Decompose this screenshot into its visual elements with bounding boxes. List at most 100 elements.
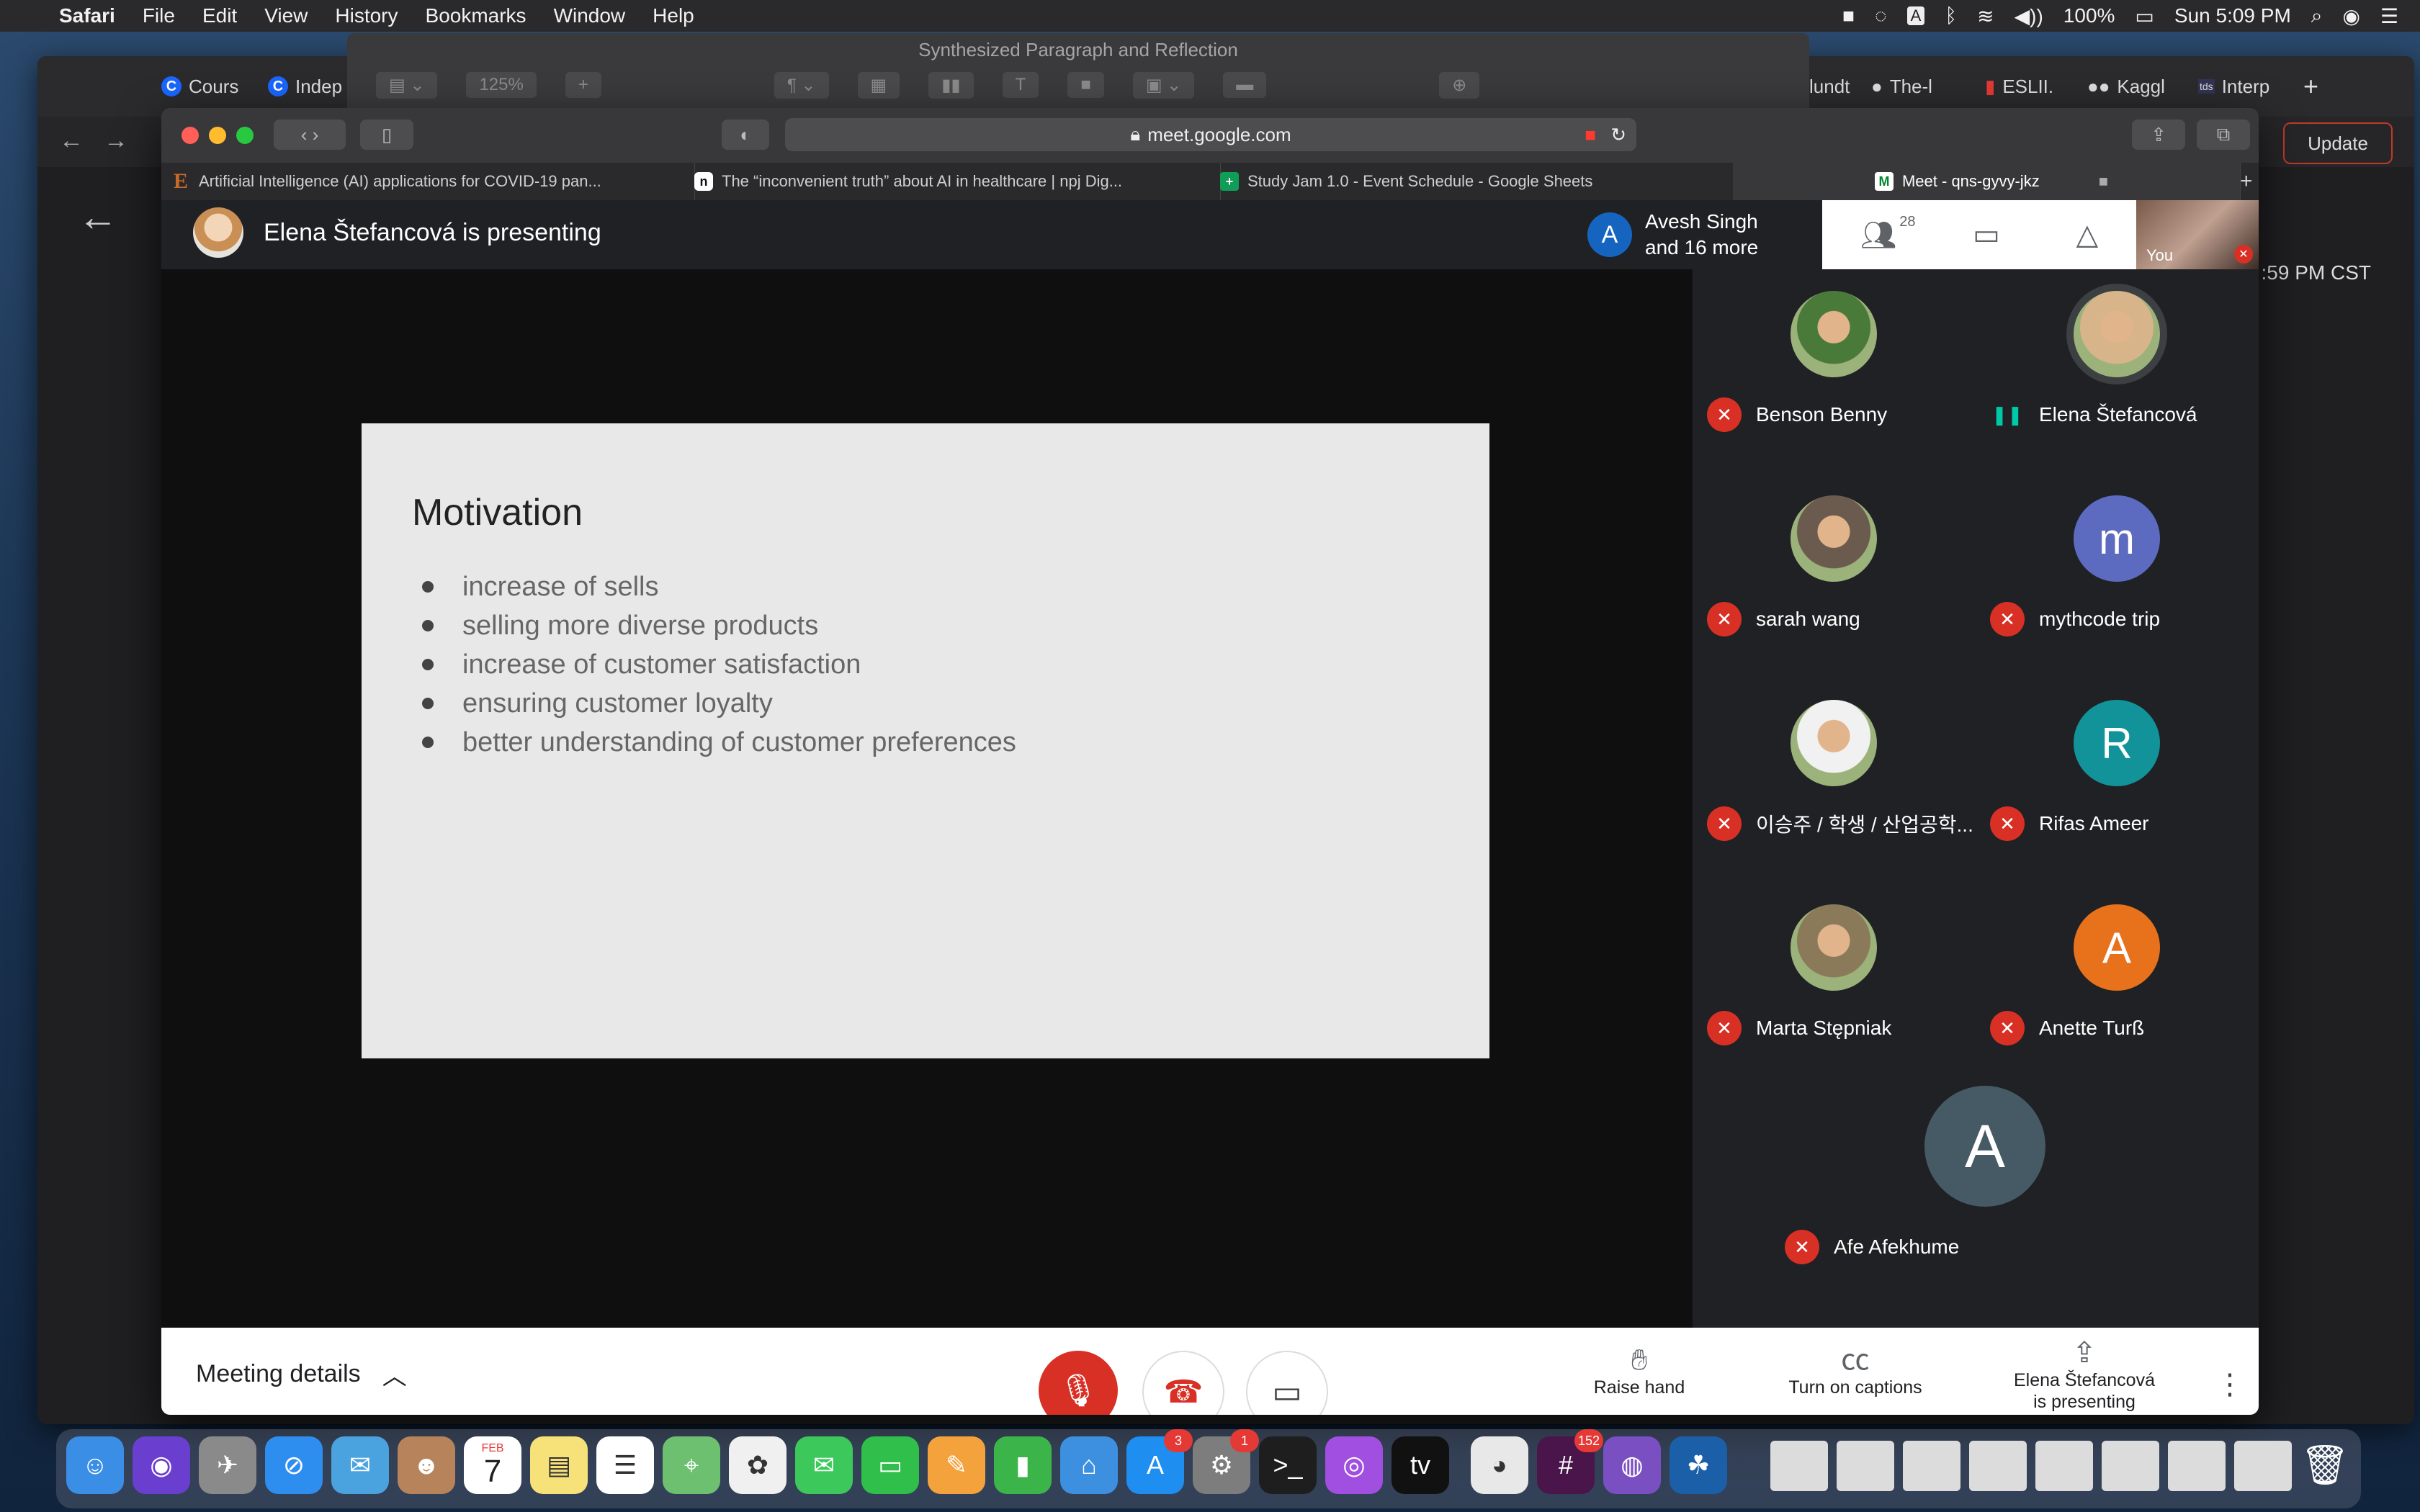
minimize-window-icon[interactable] (209, 127, 226, 144)
pages-icon[interactable]: ✎ (928, 1436, 985, 1494)
presenting-button[interactable]: ⇪ Elena Štefancová is presenting (1976, 1338, 2192, 1413)
facetime-icon[interactable]: ▭ (861, 1436, 919, 1494)
calendar-icon[interactable]: FEB 7 (464, 1436, 521, 1494)
zoom-window-icon[interactable] (236, 127, 254, 144)
participant-tile[interactable]: R ✕ Rifas Ameer (1976, 678, 2259, 883)
spotlight-search-icon[interactable]: ⌕ (2311, 4, 2323, 28)
text-icon[interactable]: T (1002, 72, 1039, 98)
add-page-button[interactable]: + (565, 72, 601, 98)
bg-back-icon[interactable]: ← (78, 193, 118, 240)
minimized-window-thumbnail[interactable] (1903, 1441, 1960, 1491)
notes-icon[interactable]: ▤ (530, 1436, 588, 1494)
reminders-icon[interactable]: ☰ (596, 1436, 654, 1494)
privacy-shield-icon[interactable]: ◐ (722, 120, 769, 150)
camera-toggle-button[interactable]: ▭ (1246, 1351, 1328, 1415)
share-icon[interactable]: ⇪ (2132, 120, 2185, 150)
media-icon[interactable]: ▣ ⌄ (1132, 71, 1195, 99)
shape-icon[interactable]: ■ (1067, 72, 1104, 98)
github-desktop-icon[interactable]: ◍ (1603, 1436, 1661, 1494)
terminal-icon[interactable]: >_ (1259, 1436, 1317, 1494)
input-source-icon[interactable]: A (1906, 6, 1925, 25)
participant-tile[interactable]: A ✕ Anette Turß (1976, 883, 2259, 1087)
tab-ai-covid[interactable]: E Artificial Intelligence (AI) applicati… (161, 163, 695, 200)
menu-app-name[interactable]: Safari (59, 4, 115, 27)
paragraph-icon[interactable]: ¶ ⌄ (774, 71, 829, 99)
meeting-details-button[interactable]: Meeting details ︿ (196, 1356, 407, 1392)
bg-tab-eslii[interactable]: ▮ ESLII. (1985, 72, 2053, 101)
kindle-icon[interactable]: ☘ (1670, 1436, 1727, 1494)
menu-help[interactable]: Help (653, 4, 694, 27)
participant-tile[interactable]: ✕ Marta Stępniak (1693, 883, 1976, 1087)
add-tab-button[interactable]: + (2230, 163, 2259, 200)
minimized-window-thumbnail[interactable] (2035, 1441, 2093, 1491)
minimized-window-thumbnail[interactable] (1969, 1441, 2027, 1491)
menu-edit[interactable]: Edit (202, 4, 237, 27)
tab-npj[interactable]: n The “inconvenient truth” about AI in h… (684, 163, 1221, 200)
mail-icon[interactable]: ✉ (331, 1436, 389, 1494)
participants-summary[interactable]: A Avesh Singh and 16 more (1574, 200, 1822, 269)
podcasts-icon[interactable]: ◎ (1325, 1436, 1383, 1494)
contacts-icon[interactable]: ☻ (398, 1436, 455, 1494)
bluetooth-icon[interactable]: ᛒ (1945, 4, 1957, 27)
participant-tile[interactable]: ❚❚ Elena Štefancová (1976, 269, 2259, 474)
participant-tile[interactable]: ✕ 이승주 / 학생 / 산업공학... (1693, 678, 1976, 883)
new-tab-button[interactable]: + (2303, 71, 2318, 101)
maps-icon[interactable]: ⌖ (663, 1436, 720, 1494)
notification-center-icon[interactable]: ☰ (2380, 4, 2398, 28)
tab-google-sheets[interactable]: + Study Jam 1.0 - Event Schedule - Googl… (1210, 163, 1744, 200)
tab-meet[interactable]: M Meet - qns-gyvy-jkz ■ (1733, 163, 2241, 200)
participant-tile[interactable]: ✕ Benson Benny (1693, 269, 1976, 474)
menu-window[interactable]: Window (554, 4, 626, 27)
participant-tile[interactable]: A ✕ Afe Afekhume (1775, 1079, 2178, 1284)
minimized-window-thumbnail[interactable] (1837, 1441, 1894, 1491)
menubar-clock[interactable]: Sun 5:09 PM (2174, 4, 2291, 27)
collaborate-icon[interactable]: ⊕ (1439, 71, 1480, 99)
menu-view[interactable]: View (264, 4, 308, 27)
menu-history[interactable]: History (335, 4, 398, 27)
minimized-window-thumbnail[interactable] (1770, 1441, 1828, 1491)
chat-icon[interactable]: ▭ (1973, 218, 2000, 251)
participant-tile[interactable]: m ✕ mythcode trip (1976, 474, 2259, 678)
self-view-tile[interactable]: You ✕ (2136, 200, 2259, 269)
recording-camera-icon[interactable]: ■ (1585, 124, 1596, 146)
keynote-icon[interactable]: ⌂ (1060, 1436, 1118, 1494)
view-button[interactable]: ▤ ⌄ (376, 71, 438, 99)
apple-tv-icon[interactable]: tv (1392, 1436, 1449, 1494)
finder-icon[interactable]: ☺ (66, 1436, 124, 1494)
raise-hand-button[interactable]: ✋︎ Raise hand (1567, 1346, 1711, 1398)
reload-icon[interactable]: ↻ (1610, 124, 1626, 146)
siri-icon[interactable]: ◉ (2342, 4, 2360, 28)
captions-button[interactable]: ㏄ Turn on captions (1754, 1346, 1956, 1398)
launchpad-icon[interactable]: ✈ (199, 1436, 256, 1494)
loading-icon[interactable]: ◌ (1875, 4, 1887, 27)
activities-icon[interactable]: △ (2076, 218, 2098, 251)
numbers-icon[interactable]: ▮ (994, 1436, 1052, 1494)
camera-icon[interactable]: ■ (1842, 4, 1855, 27)
bg-tab-courses[interactable]: C Cours (161, 72, 238, 101)
back-forward-buttons[interactable]: ‹ › (274, 120, 346, 150)
system-preferences-icon[interactable]: ⚙ 1 (1193, 1429, 1259, 1494)
bg-tab-indep[interactable]: C Indep (268, 72, 342, 101)
trash-icon[interactable]: 🗑︎ (2296, 1436, 2354, 1494)
update-button[interactable]: Update (2283, 122, 2393, 164)
app-store-icon[interactable]: A3 (1126, 1429, 1193, 1494)
bg-tab-interp[interactable]: tds Interp (2198, 72, 2269, 101)
menu-file[interactable]: File (143, 4, 175, 27)
photos-icon[interactable]: ✿ (729, 1436, 786, 1494)
bg-tab-lundt[interactable]: lundt (1809, 72, 1850, 101)
chart-icon[interactable]: ▮▮ (928, 71, 974, 99)
comment-icon[interactable]: ▬ (1223, 72, 1267, 98)
close-window-icon[interactable] (182, 127, 199, 144)
microphone-toggle-button[interactable]: 🎙︎ (1039, 1351, 1118, 1415)
chrome-icon[interactable]: ◕ (1471, 1436, 1528, 1494)
wifi-icon[interactable]: ≋ (1977, 4, 1994, 28)
people-button[interactable]: 👥︎ 28 (1860, 214, 1916, 252)
tab-overview-icon[interactable]: ⧉ (2197, 120, 2250, 150)
minimized-window-thumbnail[interactable] (2168, 1441, 2226, 1491)
participant-tile[interactable]: ✕ sarah wang (1693, 474, 1976, 678)
bg-tab-github[interactable]: ● The-l (1871, 72, 1932, 101)
battery-icon[interactable]: ▭ (2135, 4, 2154, 28)
messages-icon[interactable]: ✉ (795, 1436, 853, 1494)
address-bar[interactable]: 🔒︎ meet.google.com ■ ↻ (785, 118, 1636, 151)
back-arrow-icon[interactable]: ← (59, 127, 84, 155)
